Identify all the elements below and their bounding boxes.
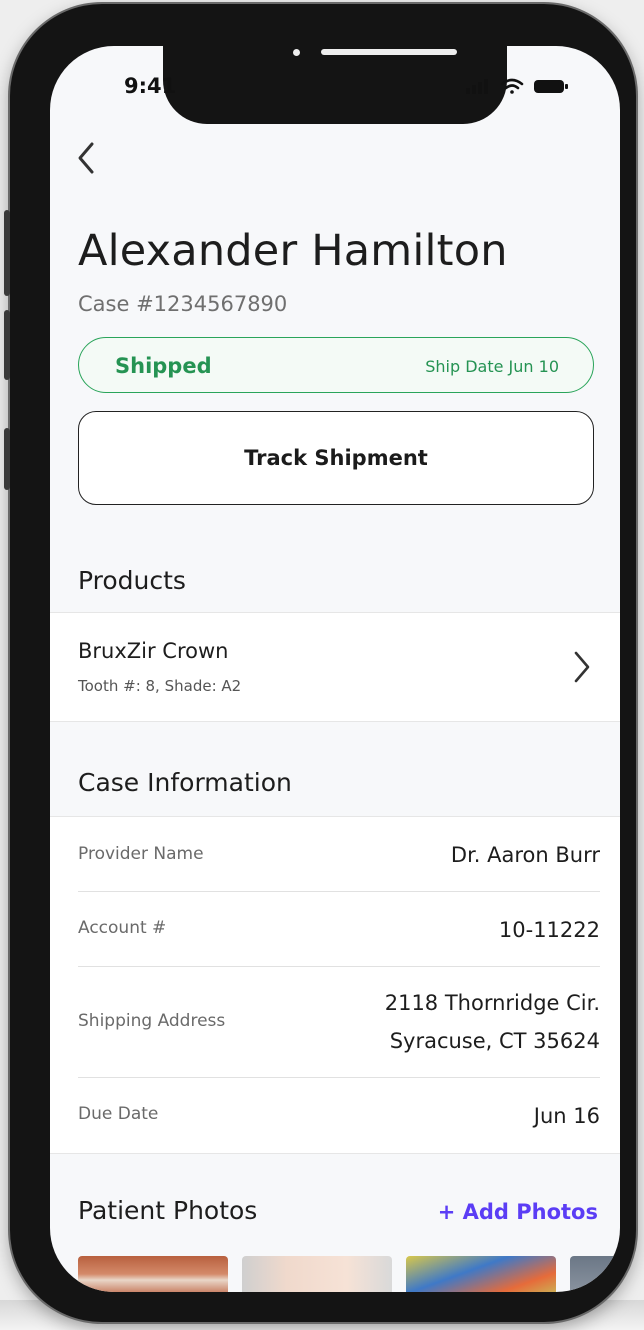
notch: [163, 46, 507, 124]
speaker-grille: [321, 49, 457, 55]
case-information-heading: Case Information: [78, 768, 292, 797]
patient-photos-heading: Patient Photos: [78, 1196, 258, 1225]
product-item[interactable]: BruxZir Crown Tooth #: 8, Shade: A2: [50, 612, 620, 722]
info-row-provider: Provider Name Dr. Aaron Burr: [78, 817, 600, 892]
volume-up-button: [4, 210, 10, 296]
patient-photo-thumbnail[interactable]: [242, 1256, 392, 1292]
battery-icon: [534, 80, 568, 93]
product-name: BruxZir Crown: [78, 639, 229, 663]
status-badge: Shipped Ship Date Jun 10: [78, 337, 594, 393]
shipping-address-line1: 2118 Thornridge Cir.: [384, 991, 600, 1015]
signal-icon: [466, 79, 488, 94]
provider-label: Provider Name: [78, 844, 204, 864]
patient-photo-thumbnail[interactable]: [570, 1256, 620, 1292]
info-row-due-date: Due Date Jun 16: [78, 1078, 600, 1152]
wifi-icon: [500, 78, 524, 94]
add-photos-button[interactable]: + Add Photos: [438, 1200, 598, 1224]
product-details: Tooth #: 8, Shade: A2: [78, 677, 242, 695]
status-icons: [466, 78, 568, 94]
status-label: Shipped: [115, 354, 212, 378]
due-date-value: Jun 16: [533, 1104, 600, 1128]
shipping-address-line2: Syracuse, CT 35624: [389, 1029, 600, 1053]
info-row-account: Account # 10-11222: [78, 892, 600, 967]
chevron-right-icon: [574, 651, 590, 683]
products-heading: Products: [78, 566, 186, 595]
app-screen: 9:41 Alexander Hamilton Case #1234567890: [50, 46, 620, 1292]
case-number: Case #1234567890: [78, 292, 288, 316]
ship-date: Ship Date Jun 10: [425, 357, 559, 376]
back-chevron-icon[interactable]: [72, 138, 102, 178]
track-shipment-button[interactable]: Track Shipment: [78, 411, 594, 505]
mute-switch: [4, 428, 10, 490]
phone-frame: 9:41 Alexander Hamilton Case #1234567890: [4, 4, 636, 1322]
info-row-shipping-address: Shipping Address 2118 Thornridge Cir. Sy…: [78, 967, 600, 1078]
status-time: 9:41: [124, 74, 177, 98]
camera-dot: [293, 49, 300, 56]
provider-value: Dr. Aaron Burr: [450, 843, 600, 867]
account-value: 10-11222: [498, 918, 600, 942]
volume-down-button: [4, 310, 10, 380]
patient-photo-thumbnail[interactable]: [78, 1256, 228, 1292]
case-information-list: Provider Name Dr. Aaron Burr Account # 1…: [50, 816, 620, 1154]
patient-name: Alexander Hamilton: [78, 226, 508, 276]
account-label: Account #: [78, 918, 167, 938]
due-date-label: Due Date: [78, 1104, 159, 1124]
patient-photo-thumbnail[interactable]: [406, 1256, 556, 1292]
shipping-address-label: Shipping Address: [78, 1011, 226, 1031]
